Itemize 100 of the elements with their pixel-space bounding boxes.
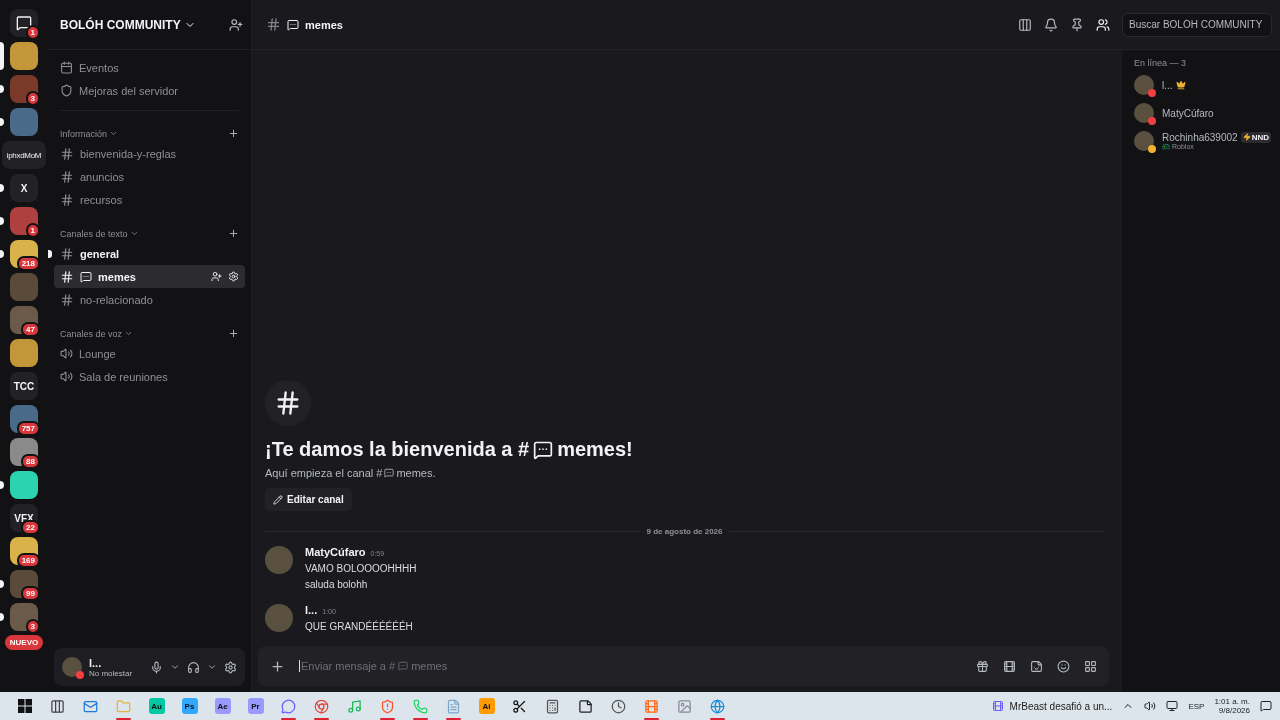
sticker-icon [1030, 659, 1043, 673]
gif-button[interactable] [1003, 659, 1016, 673]
message-text: QUE GRANDÉÉÉÉÉÉH [305, 621, 413, 632]
microphone-button[interactable] [150, 660, 163, 674]
edit-channel-button[interactable]: Editar canal [265, 488, 352, 511]
welcome-heading: ¡Te damos la bienvenida a # memes! [265, 438, 634, 461]
taskbar-app[interactable]: Ae [206, 692, 239, 720]
server-icon[interactable]: TCC [10, 372, 38, 400]
server-picture[interactable] [10, 339, 38, 367]
date-divider: 9 de agosto de 2026 [646, 527, 723, 536]
gift-button[interactable] [976, 659, 989, 673]
online-heading: En línea — 3 [1134, 58, 1188, 68]
sticker-button[interactable] [1030, 659, 1043, 673]
server-picture[interactable] [10, 42, 38, 70]
taskbar-app[interactable]: Ps [173, 692, 206, 720]
home-button[interactable] [10, 9, 38, 37]
document-icon [446, 698, 461, 714]
channel-item[interactable]: Lounge [54, 342, 245, 365]
pin-icon [1070, 17, 1084, 32]
hash-icon [60, 246, 74, 261]
member-name: MatyCúfaro [1162, 107, 1214, 119]
headphones-button[interactable] [187, 660, 200, 674]
speaker-icon [60, 347, 73, 360]
category-header[interactable]: Canales de texto [60, 228, 139, 239]
notification-button[interactable] [1044, 17, 1058, 32]
sidebar-item[interactable]: Mejoras del servidor [54, 79, 245, 102]
chevron-down-icon [129, 229, 139, 238]
server-icon[interactable]: iphxdMoM [2, 141, 46, 169]
member-item[interactable]: MatyCúfaro [1134, 102, 1274, 124]
film-icon [644, 698, 659, 714]
server-icon[interactable]: X [10, 174, 38, 202]
windows-start-icon[interactable] [17, 699, 32, 713]
new-label: NUEVO [4, 635, 44, 650]
channel-item[interactable]: no-relacionado [54, 288, 245, 311]
attach-button[interactable] [270, 658, 285, 674]
member-name: l... [1162, 79, 1173, 91]
folder-icon [116, 698, 131, 714]
message-author[interactable]: MatyCúfaro [305, 546, 366, 558]
channel-item[interactable]: general [54, 242, 245, 265]
channel-item[interactable]: recursos [54, 188, 245, 211]
chat-bubble-icon [281, 698, 296, 714]
user-avatar [265, 546, 293, 574]
sticky-note-icon [578, 698, 593, 714]
boost-icon [60, 84, 73, 97]
language-indicator[interactable]: ESP [1188, 701, 1205, 711]
pencil-icon [273, 494, 283, 505]
apps-button[interactable] [1084, 659, 1097, 673]
invite-button[interactable] [229, 17, 243, 32]
clock-icon [611, 698, 626, 714]
search-field[interactable]: Buscar BOLÓH COMMUNITY [1122, 12, 1272, 37]
gamepad-icon [1162, 142, 1170, 151]
news-notification[interactable]: MrBeast desafió a un... [991, 700, 1113, 712]
hash-icon [60, 292, 74, 307]
headphones-icon [187, 660, 200, 674]
category-header[interactable]: Información [60, 128, 119, 139]
emoji-button[interactable] [1057, 659, 1070, 673]
settings-button[interactable] [224, 660, 237, 674]
plus-icon [270, 658, 285, 674]
clock[interactable]: 1:01 a. m. 9/8/2026 [1214, 697, 1250, 715]
category-header[interactable]: Canales de voz [60, 328, 134, 339]
users-icon [1096, 17, 1110, 32]
message-author[interactable]: l... [305, 604, 318, 616]
sidebar-item[interactable]: Eventos [54, 56, 245, 79]
add-channel-button[interactable] [228, 128, 239, 139]
pin-button[interactable] [1070, 17, 1084, 32]
member-name: Rochinha639002 [1162, 131, 1238, 143]
hash-icon [60, 269, 74, 284]
calendar-icon [60, 61, 73, 74]
threads-button[interactable] [1018, 17, 1032, 32]
smiley-icon [1057, 659, 1070, 673]
notification-icon [1260, 700, 1272, 712]
server-picture[interactable] [10, 471, 38, 499]
image-icon [677, 698, 692, 714]
grid-icon [1084, 659, 1097, 673]
scissors-icon [512, 698, 527, 714]
channel-item[interactable]: anuncios [54, 165, 245, 188]
settings-icon [224, 660, 237, 674]
add-channel-button[interactable] [228, 328, 239, 339]
channel-item[interactable]: bienvenida-y-reglas [54, 142, 245, 165]
user-status: No molestar [89, 668, 134, 678]
welcome-subtitle: Aquí empieza el canal # memes. [265, 467, 437, 479]
unread-count: 99 [21, 586, 40, 601]
server-name-menu[interactable]: BOLÓH COMMUNITY [60, 17, 196, 32]
lightning-icon [1242, 133, 1251, 141]
plus-icon [228, 128, 239, 139]
member-tag: NND [1240, 131, 1271, 143]
member-item[interactable]: l... [1134, 74, 1274, 96]
channel-item[interactable]: memes [54, 265, 245, 288]
taskbar-app[interactable]: Ai [470, 692, 503, 720]
taskbar-app[interactable]: Pr [239, 692, 272, 720]
film-icon [1003, 659, 1016, 673]
chevron-down-icon [207, 662, 217, 672]
add-channel-button[interactable] [228, 228, 239, 239]
speech-bubble-icon [533, 439, 554, 460]
globe-icon [710, 698, 725, 714]
browser-icon [314, 698, 329, 714]
speech-bubble-icon [287, 18, 299, 31]
channel-item[interactable]: Sala de reuniones [54, 365, 245, 388]
taskbar-app[interactable]: Au [140, 692, 173, 720]
members-button[interactable] [1096, 17, 1110, 32]
